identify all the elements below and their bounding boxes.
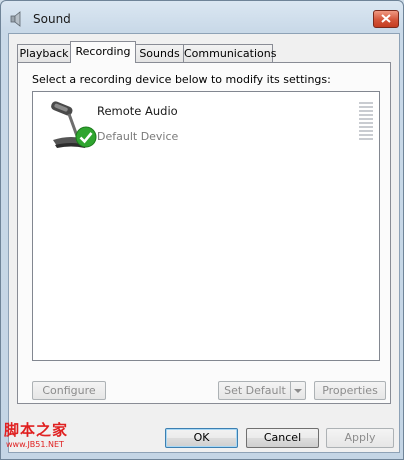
sound-dialog: Sound Playback Recording Sounds Communic…	[0, 0, 404, 460]
watermark-url: www.JB51.NET	[6, 440, 64, 449]
tab-recording[interactable]: Recording	[70, 41, 136, 63]
close-button[interactable]	[373, 10, 399, 28]
apply-button[interactable]: Apply	[326, 428, 394, 448]
title-bar[interactable]: Sound	[1, 1, 403, 35]
tab-playback[interactable]: Playback	[17, 44, 71, 62]
device-status: Default Device	[97, 130, 179, 143]
tab-sounds[interactable]: Sounds	[135, 44, 184, 62]
instruction-text: Select a recording device below to modif…	[32, 73, 331, 86]
level-meter	[359, 102, 373, 142]
recording-device-list[interactable]: Remote Audio Default Device	[32, 91, 380, 361]
tab-communications[interactable]: Communications	[183, 44, 276, 62]
set-default-button[interactable]: Set Default	[218, 381, 306, 400]
set-default-label: Set Default	[224, 384, 286, 397]
device-item-remote-audio[interactable]: Remote Audio Default Device	[35, 94, 375, 154]
speaker-icon	[10, 11, 21, 27]
properties-button[interactable]: Properties	[314, 381, 386, 400]
green-check-icon	[75, 126, 97, 148]
chevron-down-icon[interactable]	[290, 382, 305, 399]
close-icon	[381, 14, 391, 23]
ok-button[interactable]: OK	[165, 428, 238, 448]
configure-button[interactable]: Configure	[32, 381, 106, 400]
device-name: Remote Audio	[97, 104, 178, 118]
watermark-text: 脚本之家	[4, 421, 69, 439]
window-title: Sound	[33, 12, 71, 26]
recording-tab-panel: Select a recording device below to modif…	[17, 62, 391, 404]
dialog-client-area: Playback Recording Sounds Communications…	[8, 33, 400, 453]
watermark: 脚本之家 www.JB51.NET	[4, 419, 68, 449]
cancel-button[interactable]: Cancel	[246, 428, 319, 448]
